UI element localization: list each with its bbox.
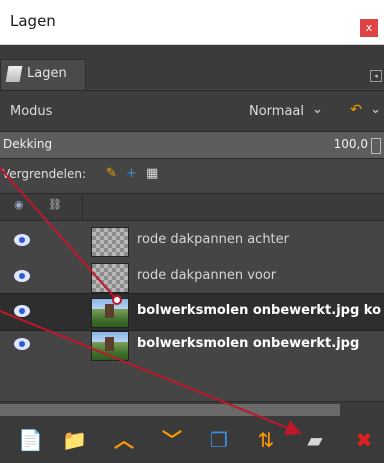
title-bar: Lagen x	[0, 0, 384, 45]
eye-icon[interactable]	[14, 338, 30, 350]
delete-layer-icon[interactable]: ✖	[352, 428, 376, 452]
chevron-down-icon[interactable]: ⌄	[370, 102, 381, 117]
lock-row: Vergrendelen: ✎ + ▦	[0, 159, 384, 193]
lock-position-icon[interactable]: +	[126, 166, 137, 181]
layer-name: rode dakpannen voor	[137, 268, 277, 283]
anchor-layer-icon[interactable]: ▰	[303, 428, 327, 452]
layer-row[interactable]: rode dakpannen achter	[0, 223, 384, 259]
mode-row: Modus Normaal ⌄ ↶ ⌄	[0, 90, 384, 131]
layer-thumbnail	[91, 227, 129, 257]
layers-tab-icon	[5, 66, 23, 82]
layer-name: bolwerksmolen onbewerkt.jpg ko	[137, 303, 382, 318]
eye-icon[interactable]	[14, 234, 30, 246]
layer-row[interactable]: rode dakpannen voor	[0, 259, 384, 295]
chain-header-icon: ⛓	[48, 198, 62, 211]
layer-list: rode dakpannen achter rode dakpannen voo…	[0, 221, 384, 401]
duplicate-layer-icon[interactable]: ❐	[207, 428, 231, 452]
opacity-value[interactable]: 100,0	[334, 137, 368, 151]
new-layer-group-icon[interactable]: 📁	[62, 428, 87, 452]
lock-pixels-icon[interactable]: ✎	[106, 166, 117, 181]
scrollbar-thumb[interactable]	[0, 404, 340, 416]
layer-row[interactable]: bolwerksmolen onbewerkt.jpg	[0, 327, 384, 363]
eye-icon[interactable]	[14, 305, 30, 317]
lock-label: Vergrendelen:	[2, 167, 87, 181]
column-divider	[82, 194, 83, 220]
opacity-spinner[interactable]	[371, 138, 381, 154]
mode-label: Modus	[10, 104, 53, 119]
layer-thumbnail	[91, 263, 129, 293]
layer-name: bolwerksmolen onbewerkt.jpg	[137, 336, 360, 351]
layer-list-header: ◉ ⛓	[0, 193, 384, 221]
layer-thumbnail	[91, 298, 129, 328]
new-layer-icon[interactable]: 📄	[18, 428, 43, 452]
layer-name: rode dakpannen achter	[137, 232, 290, 247]
lock-alpha-icon[interactable]: ▦	[146, 166, 158, 181]
mode-select[interactable]: Normaal	[249, 104, 304, 119]
horizontal-scrollbar[interactable]	[0, 401, 384, 418]
layer-row-selected[interactable]: bolwerksmolen onbewerkt.jpg ko	[0, 293, 384, 331]
tab-layers[interactable]: Lagen	[0, 59, 86, 90]
tab-menu-icon[interactable]: ◂	[370, 70, 382, 82]
tab-label: Lagen	[27, 66, 67, 81]
layer-toolbar: 📄 📁 ︿ ﹀ ❐ ⇅ ▰ ✖	[0, 418, 384, 463]
window-title: Lagen	[10, 12, 56, 30]
opacity-slider[interactable]: Dekking 100,0	[0, 131, 384, 159]
tab-strip: Lagen ◂	[0, 45, 384, 90]
layer-thumbnail	[91, 331, 129, 361]
layers-panel: Lagen x Lagen ◂ Modus Normaal ⌄ ↶ ⌄ Dekk…	[0, 0, 384, 463]
composite-mode-icon[interactable]: ↶	[350, 102, 362, 118]
eye-icon[interactable]	[14, 270, 30, 282]
opacity-label: Dekking	[3, 137, 53, 151]
eye-header-icon: ◉	[14, 198, 24, 211]
raise-layer-icon[interactable]: ︿	[112, 428, 136, 452]
chevron-down-icon[interactable]: ⌄	[312, 102, 326, 117]
close-icon[interactable]: x	[360, 19, 378, 37]
merge-down-icon[interactable]: ⇅	[254, 428, 278, 452]
lower-layer-icon[interactable]: ﹀	[160, 428, 184, 452]
